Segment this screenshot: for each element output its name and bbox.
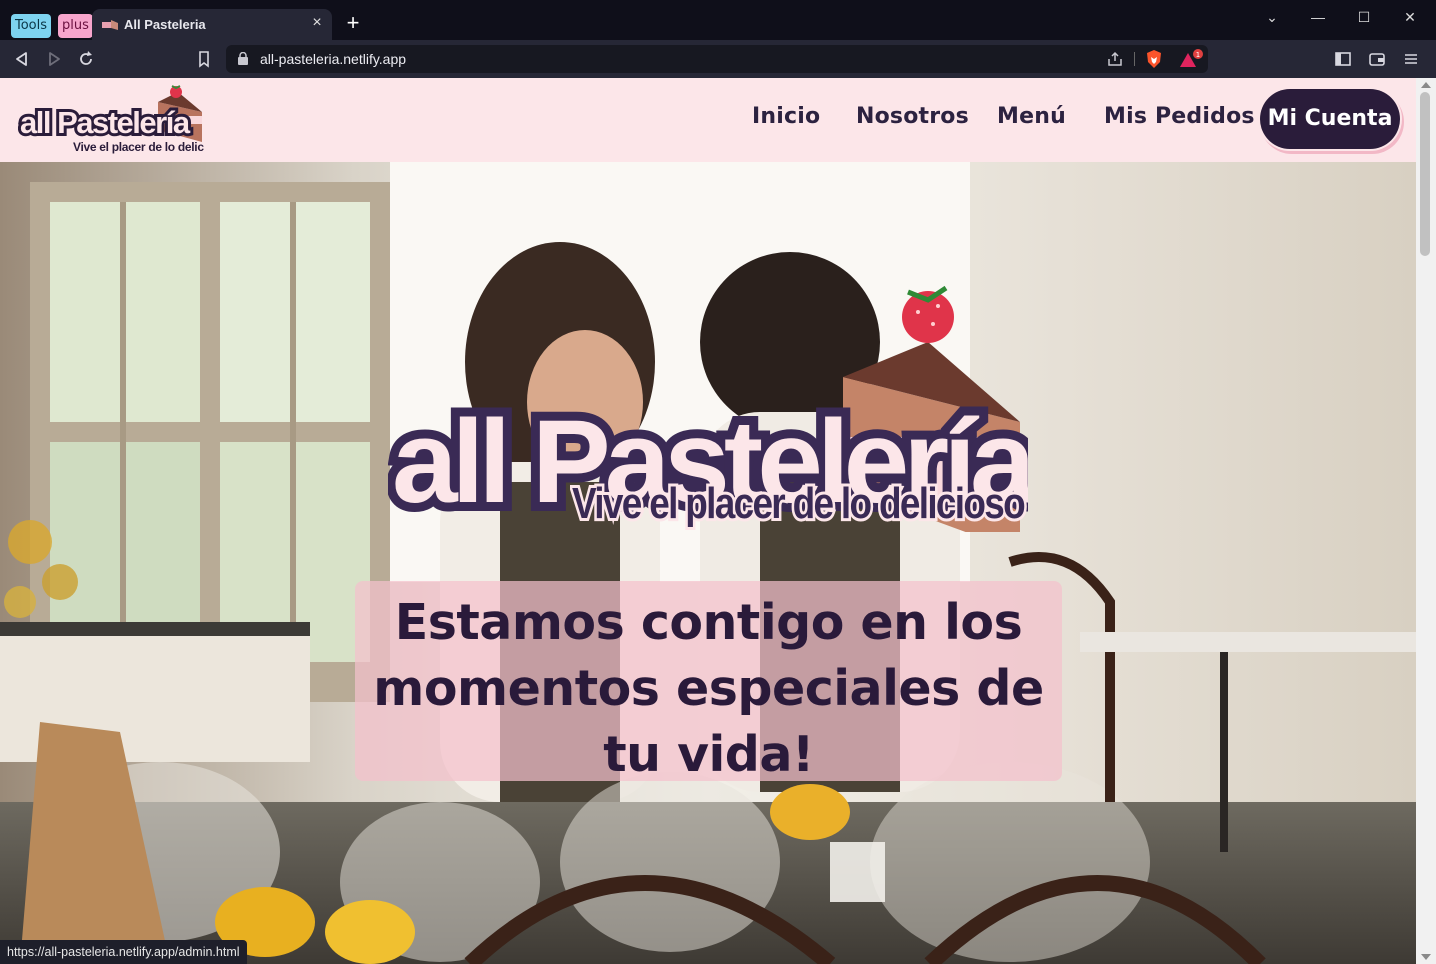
new-tab-button[interactable]: + <box>342 12 364 34</box>
forward-icon[interactable] <box>44 49 64 69</box>
tab-group-tools[interactable]: Tools <box>11 14 52 38</box>
nav-menu[interactable]: Menú <box>997 104 1066 129</box>
scroll-up-icon[interactable] <box>1421 82 1431 88</box>
hero-tagline-text: Vive el placer de lo delicioso <box>572 479 1025 528</box>
brave-shield-icon[interactable] <box>1144 49 1164 69</box>
nav-nosotros[interactable]: Nosotros <box>856 104 969 129</box>
back-icon[interactable] <box>12 49 32 69</box>
maximize-icon[interactable]: ☐ <box>1351 6 1377 28</box>
hero-heading: Estamos contigo en los momentos especial… <box>373 594 1044 783</box>
tab-close-icon[interactable]: × <box>308 14 326 32</box>
close-window-icon[interactable]: ✕ <box>1397 6 1423 28</box>
sidebar-icon[interactable] <box>1333 49 1353 69</box>
mi-cuenta-button[interactable]: Mi Cuenta <box>1260 89 1400 149</box>
status-bar-url: https://all-pasteleria.netlify.app/admin… <box>0 940 247 964</box>
tab-all-pasteleria[interactable]: All Pasteleria × <box>92 9 332 40</box>
scroll-thumb[interactable] <box>1420 92 1430 256</box>
nav-inicio[interactable]: Inicio <box>752 104 820 129</box>
logo-tagline-text: Vive el placer de lo delicioso <box>73 140 204 154</box>
menu-icon[interactable] <box>1401 49 1421 69</box>
tab-search-icon[interactable]: ⌄ <box>1259 6 1285 28</box>
scroll-down-icon[interactable] <box>1421 954 1431 960</box>
tab-bar: Tools plus All Pasteleria × + ⌄ — ☐ ✕ <box>0 0 1436 40</box>
page-viewport: all Pastelería Vive el placer de lo deli… <box>0 78 1416 964</box>
nav-mis-pedidos[interactable]: Mis Pedidos <box>1104 104 1255 129</box>
minimize-icon[interactable]: — <box>1305 6 1331 28</box>
url-divider <box>1134 52 1135 66</box>
browser-toolbar: all-pasteleria.netlify.app 1 <box>0 40 1436 78</box>
address-bar[interactable]: all-pasteleria.netlify.app 1 <box>226 45 1208 73</box>
reload-icon[interactable] <box>76 49 96 69</box>
share-icon[interactable] <box>1106 50 1124 68</box>
url-text: all-pasteleria.netlify.app <box>260 51 407 67</box>
bookmark-icon[interactable] <box>194 49 214 69</box>
site-favicon-icon <box>102 20 118 30</box>
wallet-icon[interactable] <box>1367 49 1387 69</box>
hero-section: all Pastelería Vive el placer de lo deli… <box>0 162 1416 964</box>
site-logo[interactable]: all Pastelería Vive el placer de lo deli… <box>18 80 204 158</box>
brave-rewards-icon[interactable]: 1 <box>1178 49 1204 69</box>
logo-brand-text: all Pastelería <box>20 105 191 140</box>
tab-group-plus[interactable]: plus <box>58 14 93 38</box>
tab-title: All Pasteleria <box>124 17 206 32</box>
page-scrollbar[interactable] <box>1416 78 1436 964</box>
site-header: all Pastelería Vive el placer de lo deli… <box>0 78 1416 162</box>
rewards-badge: 1 <box>1196 51 1200 59</box>
lock-icon <box>238 52 248 65</box>
hero-logo-tagline: Vive el placer de lo delicioso <box>570 476 1030 531</box>
